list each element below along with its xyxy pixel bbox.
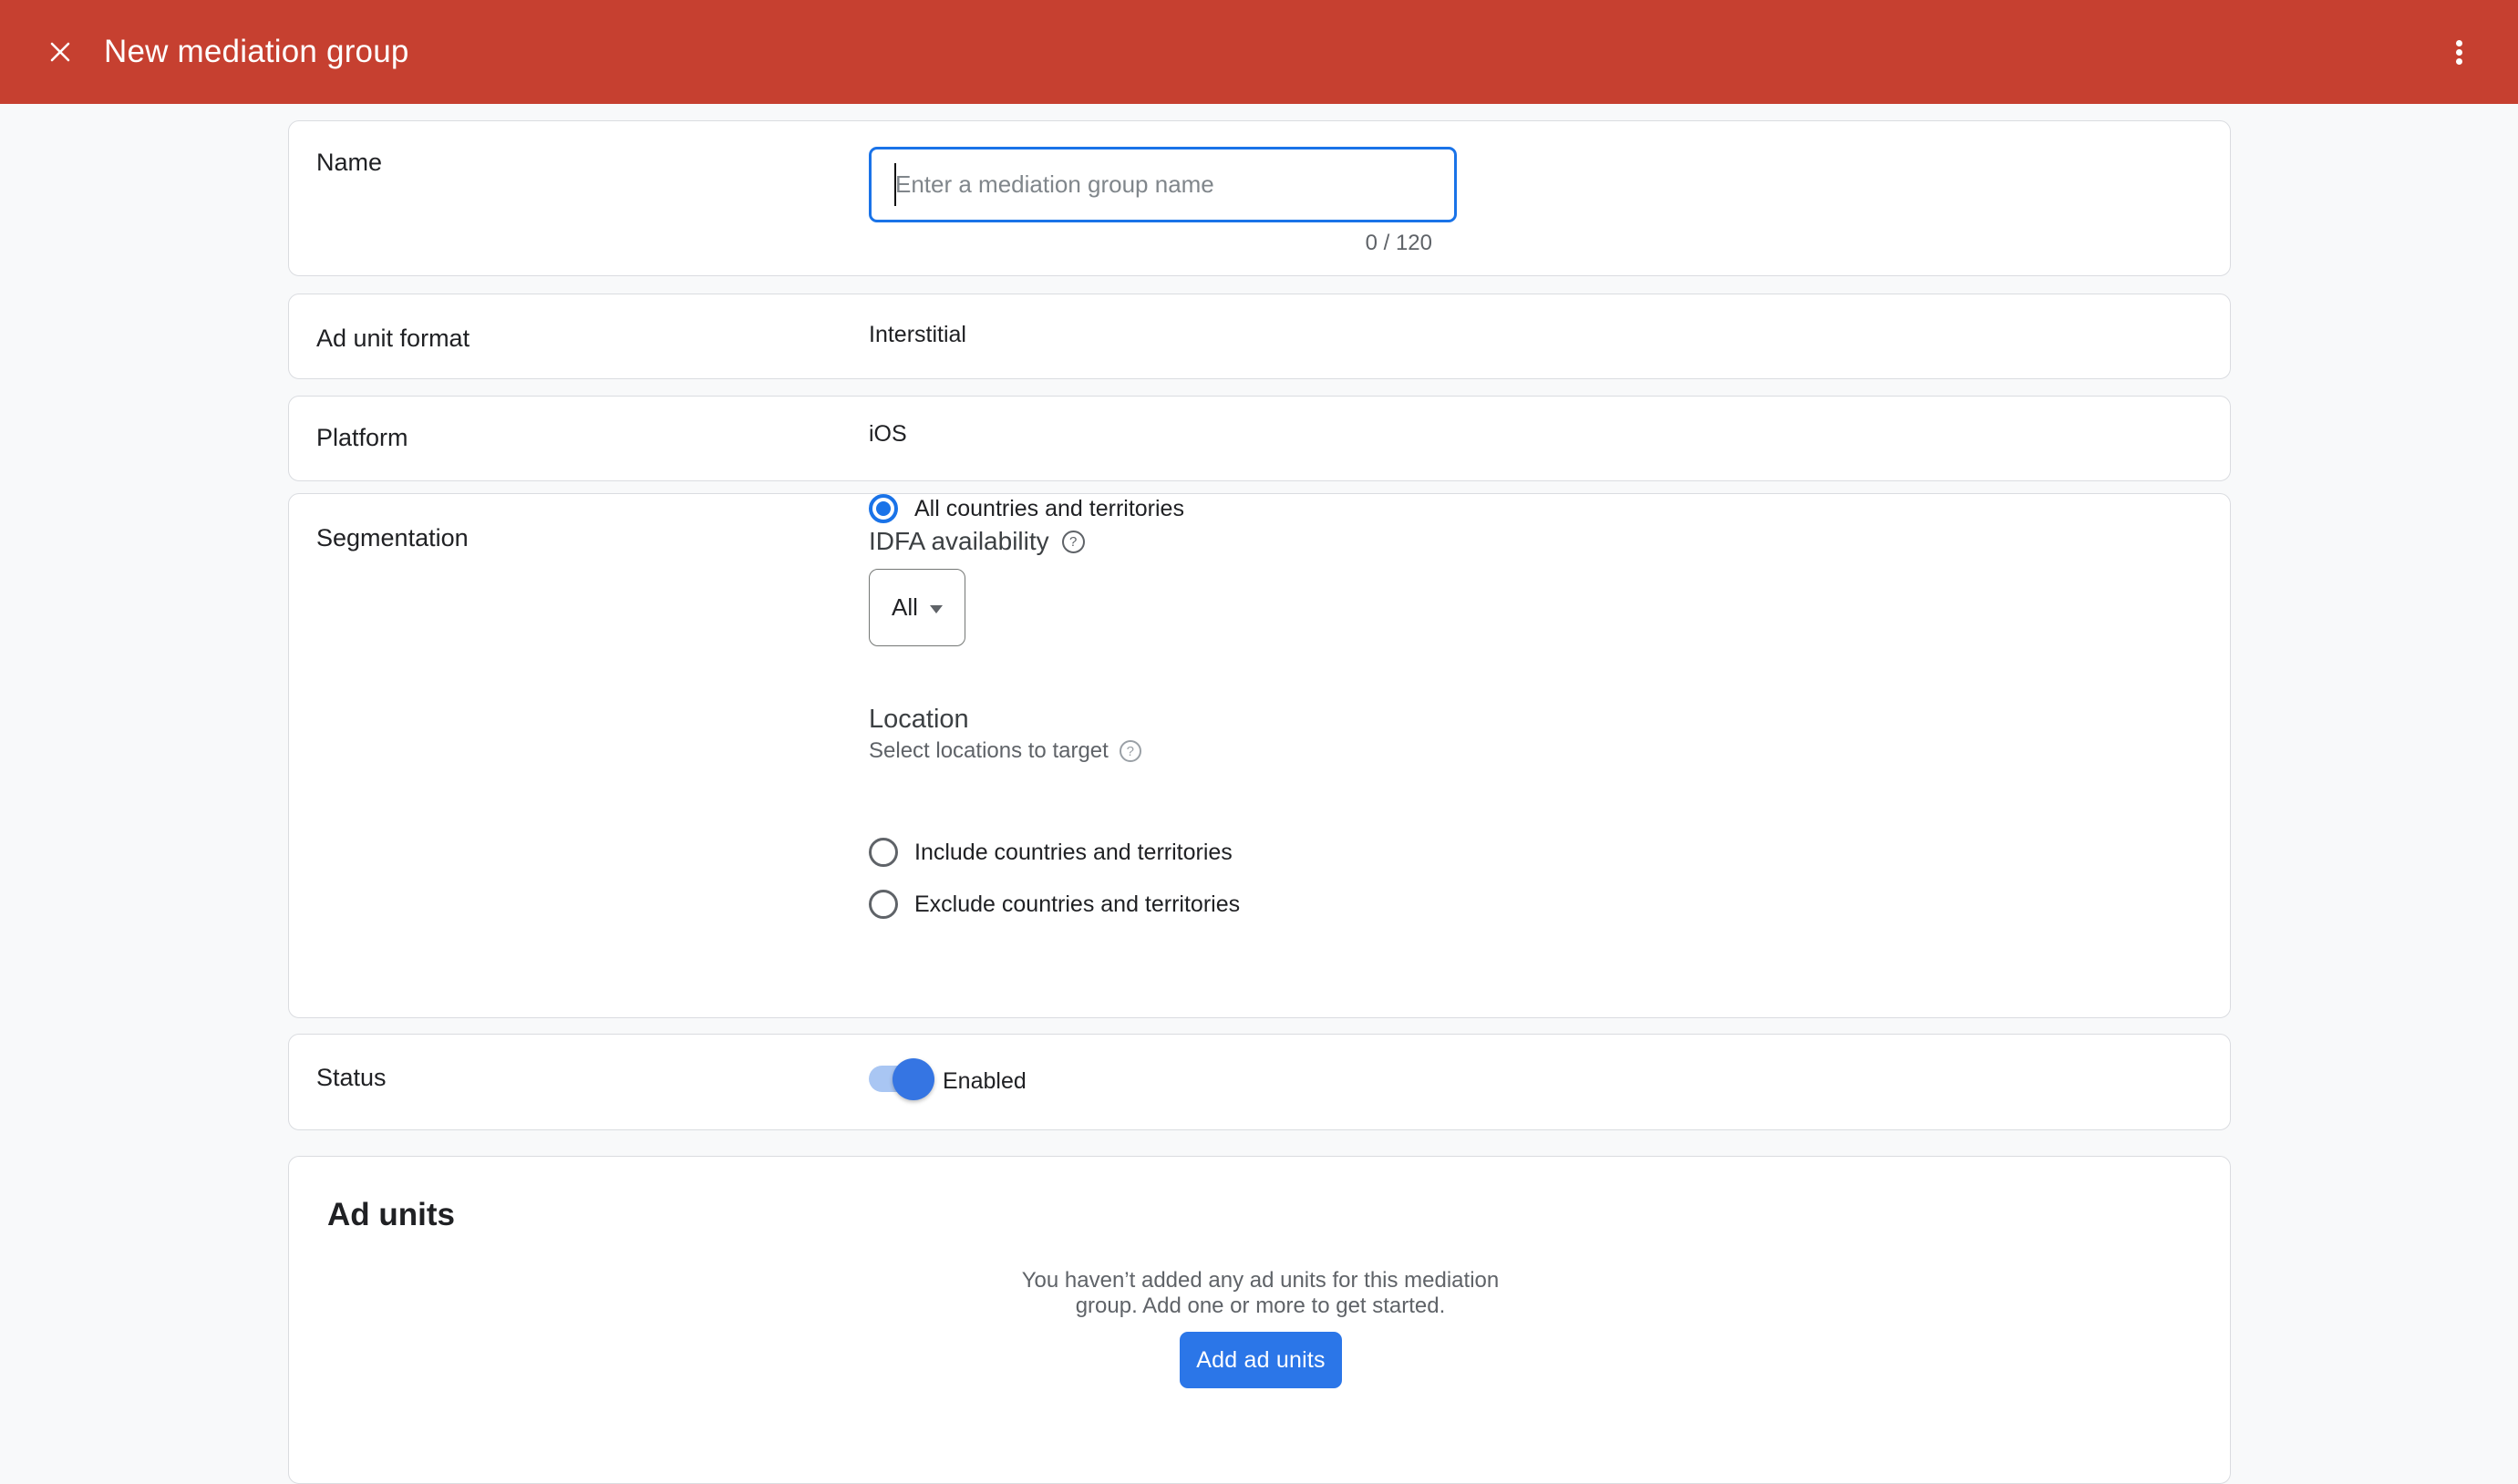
- ad-units-heading: Ad units: [327, 1197, 455, 1233]
- add-ad-units-button[interactable]: Add ad units: [1180, 1332, 1342, 1388]
- status-toggle[interactable]: [869, 1066, 933, 1092]
- text-caret: [894, 163, 896, 206]
- app-bar: New mediation group: [0, 0, 2518, 104]
- platform-value: iOS: [869, 420, 907, 448]
- segmentation-label: Segmentation: [316, 524, 469, 551]
- radio-icon: [869, 494, 898, 523]
- radio-option-include-countries[interactable]: Include countries and territories: [869, 838, 1233, 867]
- status-card: Status Enabled: [288, 1034, 2231, 1130]
- platform-card: Platform iOS: [288, 396, 2231, 481]
- radio-option-all-countries[interactable]: All countries and territories: [869, 494, 1184, 523]
- char-counter: 0 / 120: [869, 231, 1432, 256]
- name-card: Name 0 / 120: [288, 120, 2231, 276]
- idfa-availability-dropdown[interactable]: All: [869, 569, 965, 646]
- chevron-down-icon: [930, 605, 943, 613]
- radio-icon: [869, 890, 898, 919]
- location-heading: Location: [869, 704, 969, 735]
- name-label: Name: [316, 149, 382, 176]
- radio-icon: [869, 838, 898, 867]
- ad-unit-format-value: Interstitial: [869, 321, 966, 348]
- page-title: New mediation group: [104, 0, 409, 104]
- empty-state-line-2: group. Add one or more to get started.: [289, 1293, 2232, 1319]
- location-help-icon[interactable]: ?: [1120, 740, 1141, 762]
- segmentation-card: Segmentation IDFA availability ? All Loc…: [288, 493, 2231, 1018]
- toggle-knob: [893, 1058, 934, 1100]
- idfa-availability-heading: IDFA availability: [869, 527, 1049, 556]
- idfa-help-icon[interactable]: ?: [1062, 531, 1085, 553]
- ad-units-card: Ad units You haven’t added any ad units …: [288, 1156, 2231, 1484]
- close-button[interactable]: [35, 26, 86, 77]
- kebab-menu-icon: [2456, 40, 2462, 65]
- ad-units-empty-state: You haven’t added any ad units for this …: [289, 1268, 2232, 1319]
- status-value: Enabled: [943, 1067, 1027, 1095]
- location-subtitle: Select locations to target: [869, 738, 1109, 764]
- platform-label: Platform: [316, 424, 408, 451]
- idfa-dropdown-value: All: [892, 593, 918, 622]
- close-icon: [46, 38, 74, 66]
- ad-unit-format-card: Ad unit format Interstitial: [288, 294, 2231, 379]
- ad-unit-format-label: Ad unit format: [316, 325, 470, 352]
- status-label: Status: [316, 1064, 387, 1091]
- empty-state-line-1: You haven’t added any ad units for this …: [289, 1268, 2232, 1293]
- overflow-menu-button[interactable]: [2436, 26, 2482, 77]
- name-input[interactable]: [869, 147, 1457, 222]
- radio-option-exclude-countries[interactable]: Exclude countries and territories: [869, 890, 1240, 919]
